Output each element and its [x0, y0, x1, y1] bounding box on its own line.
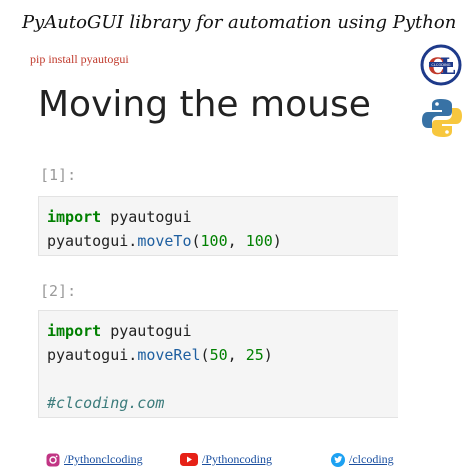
module-name: pyautogui — [110, 208, 192, 226]
youtube-link[interactable]: /Pythoncoding — [180, 452, 272, 467]
install-command: pip install pyautogui — [30, 52, 129, 66]
paren-close: ) — [272, 232, 282, 250]
youtube-icon — [180, 453, 198, 466]
separator: , — [227, 346, 246, 364]
code-line: pyautogui.moveRel(50, 25) — [47, 343, 390, 367]
argument: 50 — [209, 346, 228, 364]
twitter-link[interactable]: /clcoding — [331, 452, 394, 467]
svg-text:CLCODING: CLCODING — [431, 63, 450, 67]
cell-prompt-2: [2]: — [40, 282, 77, 300]
clcoding-logo-icon: C L CLCODING — [420, 44, 462, 86]
instagram-icon — [46, 453, 60, 466]
keyword: import — [47, 208, 102, 226]
function-name: moveTo — [137, 232, 192, 250]
argument: 25 — [245, 346, 264, 364]
instagram-link[interactable]: /Pythonclcoding — [46, 452, 143, 467]
cell-prompt-1: [1]: — [40, 166, 77, 184]
twitter-icon — [331, 452, 345, 467]
module-prefix: pyautogui. — [47, 346, 138, 364]
code-line: import pyautogui — [47, 319, 390, 343]
code-cell-1[interactable]: import pyautogui pyautogui.moveTo(100, 1… — [38, 196, 398, 256]
argument: 100 — [245, 232, 273, 250]
function-name: moveRel — [137, 346, 201, 364]
code-line: import pyautogui — [47, 205, 390, 229]
footer: /Pythonclcoding /Pythoncoding /clcoding — [0, 448, 474, 472]
module-prefix: pyautogui. — [47, 232, 138, 250]
youtube-handle: /Pythoncoding — [202, 452, 273, 466]
python-logo-icon — [422, 99, 462, 137]
code-line: pyautogui.moveTo(100, 100) — [47, 229, 390, 253]
keyword: import — [47, 322, 102, 340]
separator: , — [227, 232, 246, 250]
comment: #clcoding.com — [47, 394, 165, 412]
paren-open: ( — [200, 346, 210, 364]
argument: 100 — [200, 232, 228, 250]
section-heading: Moving the mouse — [38, 84, 371, 125]
twitter-handle: /clcoding — [349, 452, 394, 466]
paren-open: ( — [191, 232, 201, 250]
code-cell-2[interactable]: import pyautogui pyautogui.moveRel(50, 2… — [38, 310, 398, 418]
instagram-handle: /Pythonclcoding — [64, 452, 143, 466]
code-line: #clcoding.com — [47, 391, 390, 415]
module-name: pyautogui — [110, 322, 192, 340]
paren-close: ) — [263, 346, 273, 364]
page-title: PyAutoGUI library for automation using P… — [22, 12, 457, 33]
